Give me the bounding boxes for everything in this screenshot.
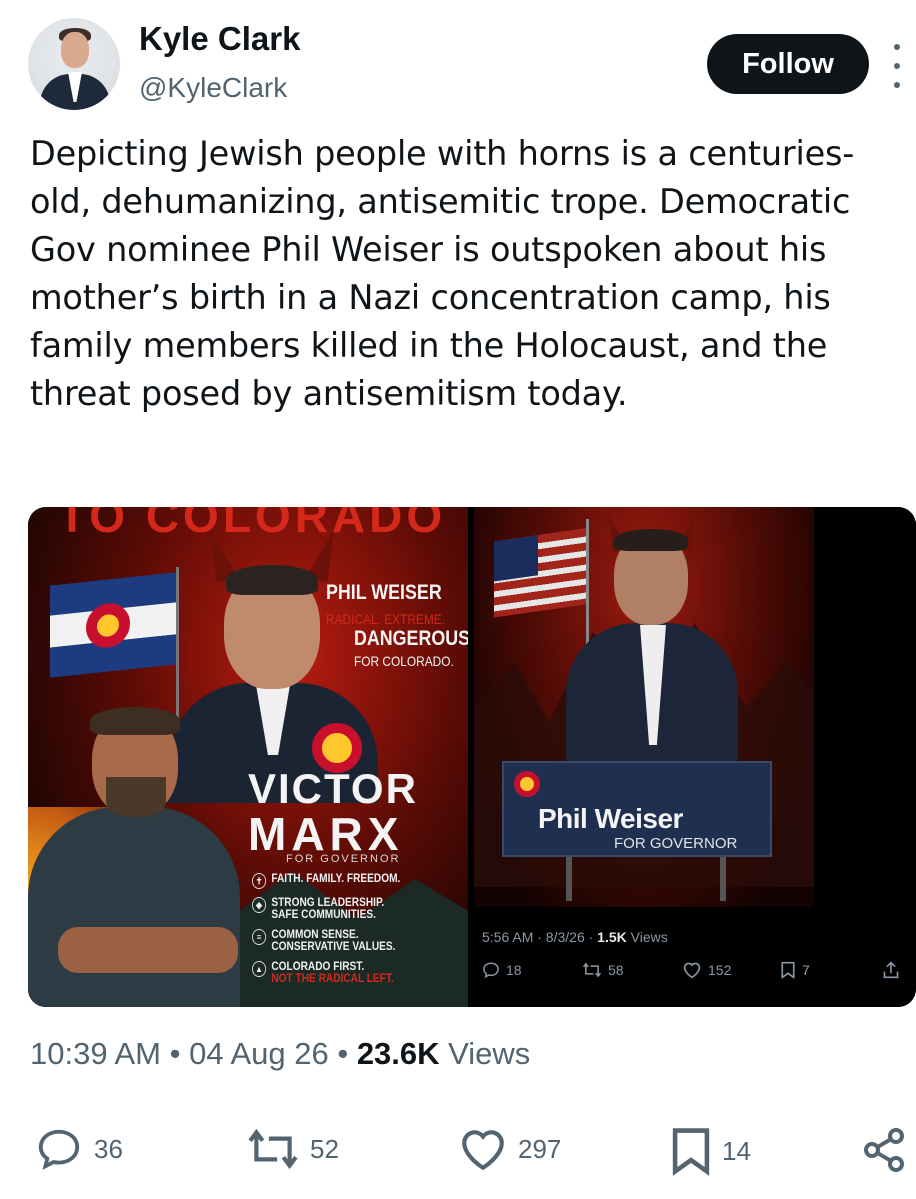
poster-pillar: ✝ FAITH. FAMILY. FREEDOM.: [252, 873, 437, 889]
share-icon: [864, 1128, 904, 1172]
share-button[interactable]: [860, 1126, 916, 1174]
poster-pillar: ▲ COLORADO FIRST. NOT THE RADICAL LEFT.: [252, 961, 437, 985]
colorado-flag-graphic: [50, 572, 176, 678]
quoted-share-button[interactable]: [882, 961, 906, 979]
quoted-bookmark-button[interactable]: 7: [780, 961, 810, 979]
more-options-icon[interactable]: [890, 44, 904, 88]
quoted-post-meta: 5:56 AM · 8/3/26 · 1.5K Views: [482, 929, 668, 945]
cross-icon: ✝: [252, 873, 267, 889]
poster-pillars: ✝ FAITH. FAMILY. FREEDOM. ◆ STRONG LEADE…: [252, 873, 462, 993]
author-handle[interactable]: @KyleClark: [139, 72, 287, 104]
poster-victor: VICTOR: [248, 765, 418, 812]
poster-for-governor: FOR GOVERNOR: [286, 853, 401, 865]
quoted-post-image[interactable]: Phil Weiser FOR GOVERNOR 5:56 AM · 8/3/2…: [474, 507, 916, 1007]
reply-icon: [38, 1129, 80, 1170]
reply-icon: [483, 962, 499, 979]
quoted-repost-button[interactable]: 58: [582, 961, 624, 979]
views-label: Views: [439, 1036, 531, 1071]
share-icon: [883, 961, 899, 979]
us-flag-graphic: [494, 528, 586, 618]
heart-icon: [462, 1130, 504, 1171]
quoted-reply-button[interactable]: 18: [482, 961, 522, 979]
shield-icon: ◆: [252, 897, 267, 913]
poster-pw-danger: DANGEROUS: [354, 627, 468, 650]
media-grid: TO COLORADO PHIL WEISER RADICAL. EXTREME…: [28, 507, 916, 1007]
action-bar: 36 52 297 14: [0, 1118, 916, 1178]
views-count: 23.6K: [356, 1036, 440, 1071]
bookmark-icon: [672, 1128, 710, 1176]
bookmark-icon: [781, 961, 795, 979]
flag-icon: ≡: [252, 929, 267, 945]
follow-button[interactable]: Follow: [707, 34, 869, 94]
poster-banner-text: TO COLORADO: [58, 507, 447, 542]
repost-icon: [248, 1128, 298, 1170]
poster-pw-name: PHIL WEISER: [326, 581, 442, 604]
campaign-poster-image[interactable]: TO COLORADO PHIL WEISER RADICAL. EXTREME…: [28, 507, 468, 1007]
like-button[interactable]: 297: [458, 1126, 561, 1172]
tweet-meta: 10:39 AM • 04 Aug 26 • 23.6K Views: [30, 1036, 531, 1071]
quoted-post-actions: 18 58 152 7: [482, 961, 910, 985]
colorado-logo-icon: [514, 771, 540, 797]
quoted-like-button[interactable]: 152: [682, 961, 731, 979]
tweet-time[interactable]: 10:39 AM: [30, 1036, 161, 1071]
bookmark-button[interactable]: 14: [670, 1126, 751, 1176]
poster-pw-for: FOR COLORADO.: [354, 653, 454, 669]
poster-pillar: ◆ STRONG LEADERSHIP. SAFE COMMUNITIES.: [252, 897, 437, 921]
poster-pillar: ≡ COMMON SENSE. CONSERVATIVE VALUES.: [252, 929, 437, 953]
tweet-date[interactable]: 04 Aug 26: [189, 1036, 329, 1071]
reply-button[interactable]: 36: [34, 1126, 123, 1172]
podium-for-governor: FOR GOVERNOR: [614, 835, 738, 852]
poster-pw-sub: RADICAL. EXTREME.: [326, 611, 446, 627]
repost-icon: [582, 962, 602, 978]
repost-button[interactable]: 52: [246, 1126, 339, 1172]
mountain-icon: ▲: [252, 961, 267, 977]
tweet-text: Depicting Jewish people with horns is a …: [30, 134, 855, 413]
heart-icon: [683, 962, 701, 979]
podium-name: Phil Weiser: [538, 803, 683, 834]
avatar[interactable]: [28, 18, 120, 110]
author-name[interactable]: Kyle Clark: [139, 20, 300, 58]
